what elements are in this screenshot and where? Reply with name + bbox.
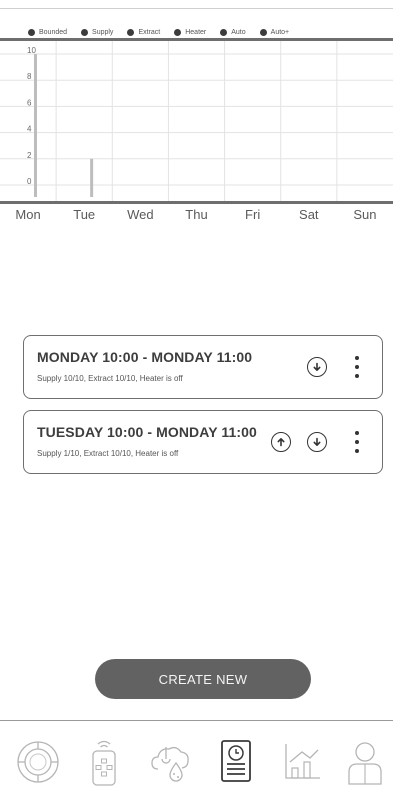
day-label-fri: Fri [245,207,261,222]
y-tick-label: 2 [27,151,32,160]
day-axis: Mon Tue Wed Thu Fri Sat Sun [0,207,393,223]
more-options-button[interactable] [354,431,360,453]
move-down-button[interactable] [307,357,327,377]
weekly-chart: 0 2 4 6 8 10 [0,41,393,201]
y-tick-label: 0 [27,177,32,186]
day-label-tue: Tue [73,207,96,222]
legend-label: Auto+ [270,28,290,36]
legend-dot-icon [259,28,267,36]
legend-dot-icon [81,28,89,36]
remote-control-icon [92,740,116,786]
day-label-sat: Sat [299,207,319,222]
legend-item-supply[interactable]: Supply [81,28,114,36]
arrow-down-icon [313,437,321,446]
legend-dot-icon [220,28,228,36]
day-label-mon: Mon [15,207,41,222]
top-divider [0,8,393,9]
kebab-dot [355,374,359,378]
legend-label: Auto [231,28,246,36]
y-tick-label: 10 [27,46,36,55]
schedule-title: MONDAY 10:00 - MONDAY 11:00 [37,349,253,365]
schedule-details: Supply 10/10, Extract 10/10, Heater is o… [37,374,183,383]
legend-label: Supply [92,28,114,36]
legend-item-auto[interactable]: Auto [220,28,246,36]
legend-dot-icon [127,28,135,36]
more-options-button[interactable] [354,356,360,378]
legend-label: Bounded [39,28,68,36]
nav-item-weather[interactable] [148,737,192,787]
y-tick-label: 4 [27,125,32,134]
move-up-button[interactable] [271,432,291,452]
nav-item-profile[interactable] [343,737,387,787]
nav-item-schedule[interactable] [214,737,258,787]
kebab-dot [355,431,359,435]
user-profile-icon [348,742,382,785]
legend-item-auto-plus[interactable]: Auto+ [259,28,290,36]
kebab-dot [355,449,359,453]
schedule-details: Supply 1/10, Extract 10/10, Heater is of… [37,449,179,458]
schedule-card[interactable]: TUESDAY 10:00 - MONDAY 11:00 Supply 1/10… [23,410,383,474]
legend-item-bounded[interactable]: Bounded [28,28,68,36]
chart-bar-mon [34,54,37,197]
day-label-sun: Sun [353,207,377,222]
nav-item-dial[interactable] [16,737,60,787]
bottom-nav [0,725,393,795]
y-tick-label: 8 [27,72,32,81]
kebab-dot [355,356,359,360]
y-tick-label: 6 [27,98,32,107]
legend-label: Heater [185,28,207,36]
legend-dot-icon [174,28,182,36]
statistics-icon [285,744,320,779]
kebab-dot [355,440,359,444]
nav-divider [0,720,393,721]
legend-label: Extract [138,28,161,36]
weekly-chart-svg: 0 2 4 6 8 10 [0,41,393,201]
schedule-title: TUESDAY 10:00 - MONDAY 11:00 [37,424,257,440]
schedule-card[interactable]: MONDAY 10:00 - MONDAY 11:00 Supply 10/10… [23,335,383,399]
nav-item-remote[interactable] [82,737,126,787]
weather-humidity-icon [151,746,189,782]
day-label-wed: Wed [127,207,154,222]
schedule-icon [221,740,251,782]
nav-item-statistics[interactable] [280,737,324,787]
dial-icon [17,741,59,783]
create-new-button[interactable]: CREATE NEW [95,659,311,699]
arrow-down-icon [313,362,321,371]
move-down-button[interactable] [307,432,327,452]
legend-item-extract[interactable]: Extract [127,28,161,36]
kebab-dot [355,365,359,369]
arrow-up-icon [277,438,285,447]
legend-item-heater[interactable]: Heater [174,28,207,36]
day-label-thu: Thu [185,207,208,222]
legend-dot-icon [28,28,35,36]
chart-bar-tue [90,158,94,197]
chart-bottom-rule [0,201,393,204]
